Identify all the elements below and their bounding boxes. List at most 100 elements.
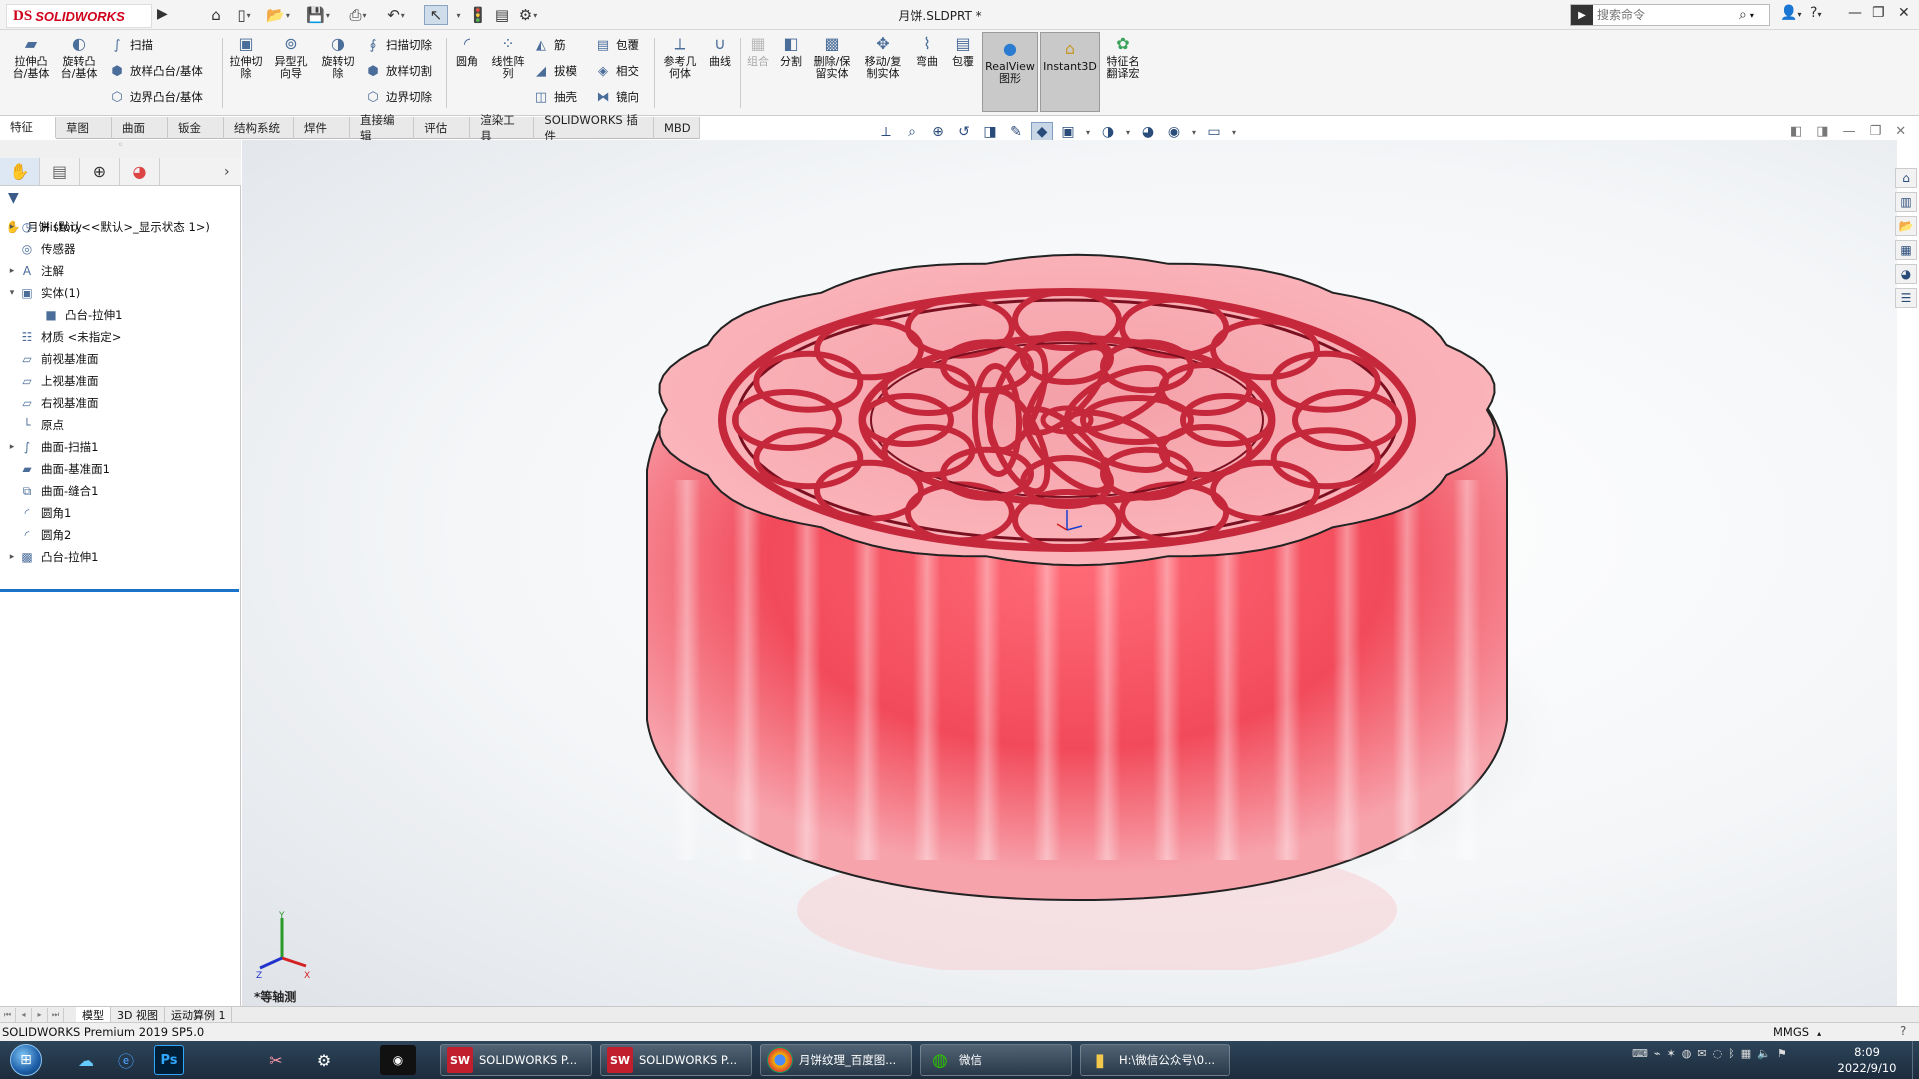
dynamic-annotation-icon[interactable]: ✎ bbox=[1005, 122, 1027, 142]
tab-1[interactable]: 草图 bbox=[56, 117, 112, 139]
view-orientation-normal-icon[interactable]: ⟂ bbox=[875, 122, 897, 142]
pinned-baidu-netdisk-icon[interactable]: ☁ bbox=[66, 1045, 106, 1075]
reference-geometry-button[interactable]: ⟂ 参考几 何体 bbox=[660, 34, 700, 80]
view-settings-icon[interactable]: ▭ bbox=[1203, 122, 1225, 142]
tray-volume-icon[interactable]: 🔈 bbox=[1757, 1047, 1771, 1060]
tab-2[interactable]: 曲面 bbox=[112, 117, 168, 139]
hide-show-dropdown-icon[interactable]: ▾ bbox=[1123, 122, 1133, 142]
solidworks-resources-icon[interactable]: ⌂ bbox=[1895, 168, 1917, 188]
taskbar-task[interactable]: 月饼纹理_百度图... bbox=[760, 1044, 912, 1076]
close-window-icon[interactable]: ✕ bbox=[1898, 5, 1910, 21]
unit-system[interactable]: MMGS ▴ bbox=[1773, 1025, 1821, 1039]
file-properties-icon[interactable]: ▤ bbox=[490, 5, 514, 25]
draft-button[interactable]: ◢ 拔模 bbox=[532, 62, 577, 80]
tray-input-icon[interactable]: ⌁ bbox=[1654, 1047, 1661, 1060]
loft-cut-button[interactable]: ⬢ 放样切割 bbox=[364, 62, 432, 80]
revolve-boss-button[interactable]: ◐ 旋转凸 台/基体 bbox=[58, 34, 100, 80]
tree-item[interactable]: ◜ 圆角1 bbox=[0, 502, 241, 524]
tray-app2-icon[interactable]: ◌ bbox=[1713, 1047, 1723, 1060]
user-icon[interactable]: 👤▾ bbox=[1780, 5, 1801, 21]
feature-translate-macro-button[interactable]: ✿ 特征名 翻译宏 bbox=[1104, 34, 1142, 80]
tree-item[interactable]: ⧉ 曲面-缝合1 bbox=[0, 480, 241, 502]
tray-bluetooth-icon[interactable]: ᛒ bbox=[1728, 1047, 1735, 1060]
tree-item[interactable]: ▱ 上视基准面 bbox=[0, 370, 241, 392]
expand-toggle-icon[interactable]: ▾ bbox=[6, 288, 18, 298]
pinned-ie-icon[interactable]: ⓔ bbox=[106, 1045, 146, 1075]
zoom-to-area-icon[interactable]: ⊕ bbox=[927, 122, 949, 142]
tree-item[interactable]: ▸ ∫ 曲面-扫描1 bbox=[0, 436, 241, 458]
feature-manager-tab-icon[interactable]: ✋ bbox=[0, 158, 40, 185]
first-tab-icon[interactable]: ⏮ bbox=[0, 1007, 16, 1022]
split-button[interactable]: ◧ 分割 bbox=[776, 34, 806, 68]
pane-grip[interactable]: ◦ bbox=[0, 140, 241, 158]
tile-right-icon[interactable]: ◨ bbox=[1816, 124, 1828, 139]
view-orientation-icon[interactable]: ◆ bbox=[1031, 122, 1053, 142]
taskbar-task[interactable]: ▮ H:\微信公众号\0... bbox=[1080, 1044, 1230, 1076]
delete-keep-body-button[interactable]: ▩ 删除/保 留实体 bbox=[810, 34, 854, 80]
loft-button[interactable]: ⬢ 放样凸台/基体 bbox=[108, 62, 203, 80]
tray-mail-icon[interactable]: ✉ bbox=[1697, 1047, 1706, 1060]
tab-6[interactable]: 直接编辑 bbox=[350, 113, 415, 143]
rebuild-icon[interactable]: 🚦 bbox=[466, 5, 490, 25]
zoom-to-fit-icon[interactable]: ⌕ bbox=[901, 122, 923, 142]
tree-item[interactable]: ◜ 圆角2 bbox=[0, 524, 241, 546]
file-explorer-icon[interactable]: 📂 bbox=[1895, 216, 1917, 236]
tree-item[interactable]: ■ 凸台-拉伸1 bbox=[0, 304, 241, 326]
boundary-cut-button[interactable]: ⬡ 边界切除 bbox=[364, 88, 432, 106]
tray-flag-icon[interactable]: ⚑ bbox=[1777, 1047, 1787, 1060]
instant3d-toggle[interactable]: ⌂ Instant3D bbox=[1040, 32, 1100, 112]
print-icon[interactable]: ⎙ ▾ bbox=[346, 5, 370, 25]
extrude-boss-button[interactable]: ▰ 拉伸凸 台/基体 bbox=[10, 34, 52, 80]
display-style-dropdown-icon[interactable]: ▾ bbox=[1083, 122, 1093, 142]
tab-3[interactable]: 钣金 bbox=[168, 117, 224, 139]
property-manager-tab-icon[interactable]: ▤ bbox=[40, 158, 80, 185]
menu-expand-icon[interactable]: ▶ bbox=[157, 6, 168, 22]
edit-appearance-icon[interactable]: ◕ bbox=[1137, 122, 1159, 142]
linear-pattern-button[interactable]: ⁘ 线性阵 列 bbox=[488, 34, 528, 80]
mooncake-model[interactable] bbox=[577, 230, 1577, 970]
search-icon[interactable]: ⌕ bbox=[1739, 7, 1747, 23]
tree-item[interactable]: ◎ 传感器 bbox=[0, 238, 241, 260]
wrap-button[interactable]: ▤ 包覆 bbox=[594, 36, 639, 54]
doc-minimize-icon[interactable]: — bbox=[1843, 124, 1856, 139]
sweep-button[interactable]: ∫ 扫描 bbox=[108, 36, 203, 54]
select-icon[interactable]: ↖ bbox=[424, 5, 448, 25]
command-search-input[interactable] bbox=[1597, 8, 1737, 22]
tree-item[interactable]: ▸ ◷ History bbox=[0, 216, 241, 238]
prev-tab-icon[interactable]: ◂ bbox=[16, 1007, 32, 1022]
tree-item[interactable]: ▱ 右视基准面 bbox=[0, 392, 241, 414]
tab-4[interactable]: 结构系统 bbox=[224, 117, 294, 139]
doc-close-icon[interactable]: ✕ bbox=[1895, 124, 1906, 139]
open-icon[interactable]: 📂 ▾ bbox=[266, 5, 290, 25]
expand-toggle-icon[interactable]: ▸ bbox=[6, 222, 18, 232]
custom-properties-icon[interactable]: ☰ bbox=[1895, 288, 1917, 308]
tab-model[interactable]: 模型 bbox=[76, 1006, 111, 1023]
revolve-cut-button[interactable]: ◑ 旋转切 除 bbox=[318, 34, 358, 80]
move-copy-body-button[interactable]: ✥ 移动/复 制实体 bbox=[860, 34, 906, 80]
curves-button[interactable]: ∪ 曲线 bbox=[704, 34, 736, 68]
view-palette-icon[interactable]: ▦ bbox=[1895, 240, 1917, 260]
design-library-icon[interactable]: ▥ bbox=[1895, 192, 1917, 212]
start-button[interactable]: ⊞ bbox=[4, 1043, 48, 1077]
search-dropdown-icon[interactable]: ▾ bbox=[1750, 11, 1754, 20]
expand-toggle-icon[interactable]: ▸ bbox=[6, 442, 18, 452]
status-help-icon[interactable]: ? bbox=[1900, 1024, 1906, 1038]
command-search-type-icon[interactable]: ▶ bbox=[1571, 5, 1593, 25]
tree-item[interactable]: ▰ 曲面-基准面1 bbox=[0, 458, 241, 480]
tree-item[interactable]: ▾ ▣ 实体(1) bbox=[0, 282, 241, 304]
taskbar-task[interactable]: SW SOLIDWORKS P... bbox=[440, 1044, 592, 1076]
flex-button[interactable]: ⌇ 弯曲 bbox=[912, 34, 942, 68]
last-tab-icon[interactable]: ⏭ bbox=[48, 1007, 64, 1022]
display-manager-tab-icon[interactable]: ◕ bbox=[120, 158, 160, 185]
section-view-icon[interactable]: ◨ bbox=[979, 122, 1001, 142]
expand-toggle-icon[interactable]: ▸ bbox=[6, 552, 18, 562]
view-settings-dropdown-icon[interactable]: ▾ bbox=[1229, 122, 1239, 142]
tree-item[interactable]: └ 原点 bbox=[0, 414, 241, 436]
previous-view-icon[interactable]: ↺ bbox=[953, 122, 975, 142]
wrap-body-button[interactable]: ▤ 包覆 bbox=[948, 34, 978, 68]
pinned-snipping-icon[interactable]: ✂ bbox=[256, 1045, 296, 1075]
save-icon[interactable]: 💾 ▾ bbox=[306, 5, 330, 25]
undo-icon[interactable]: ↶ ▾ bbox=[384, 5, 408, 25]
shell-button[interactable]: ◫ 抽壳 bbox=[532, 88, 577, 106]
pinned-photoshop-icon[interactable]: Ps bbox=[154, 1045, 184, 1075]
